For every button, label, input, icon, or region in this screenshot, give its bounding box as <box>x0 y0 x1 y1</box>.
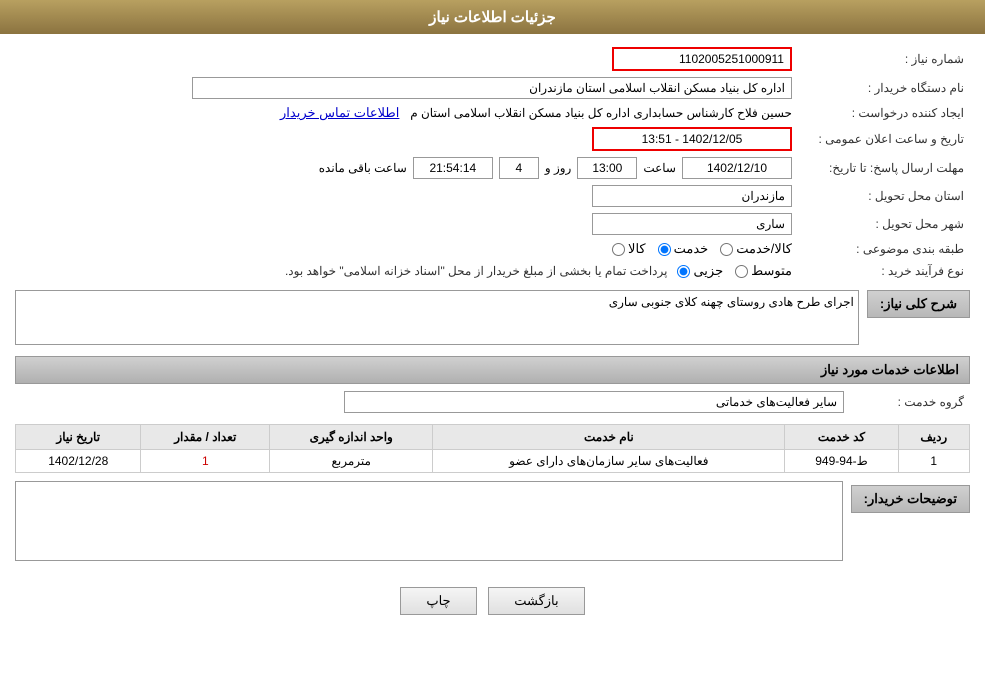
purchase-type-partial-label: جزیی <box>693 263 723 279</box>
category-goods-radio[interactable] <box>612 243 625 256</box>
button-area: بازگشت چاپ <box>15 572 970 625</box>
back-button[interactable]: بازگشت <box>488 587 584 615</box>
content-area: شماره نیاز : نام دستگاه خریدار : ایجاد ک… <box>0 34 985 635</box>
purchase-type-label: نوع فرآیند خرید : <box>798 260 970 282</box>
reply-remaining-input <box>413 157 493 179</box>
category-label: طبقه بندی موضوعی : <box>798 238 970 260</box>
purchase-type-partial-radio[interactable] <box>677 265 690 278</box>
purchase-type-medium-label: متوسط <box>751 263 792 279</box>
service-group-table: گروه خدمت : <box>15 388 970 416</box>
print-button[interactable]: چاپ <box>400 587 476 615</box>
publish-date-label: تاریخ و ساعت اعلان عمومی : <box>798 124 970 154</box>
creator-value: حسین فلاح کارشناس حسابداری اداره کل بنیا… <box>410 106 792 120</box>
reply-days-label: روز و <box>545 161 572 175</box>
services-section-header: اطلاعات خدمات مورد نیاز <box>15 356 970 384</box>
category-goods-service: کالا/خدمت <box>720 241 792 257</box>
info-table: شماره نیاز : نام دستگاه خریدار : ایجاد ک… <box>15 44 970 282</box>
city-label: شهر محل تحویل : <box>798 210 970 238</box>
service-group-input <box>344 391 844 413</box>
need-desc-label: شرح کلی نیاز: <box>867 290 970 318</box>
page-header: جزئیات اطلاعات نیاز <box>0 0 985 34</box>
reply-days-input <box>499 157 539 179</box>
need-number-input[interactable] <box>612 47 792 71</box>
category-service-label: خدمت <box>674 241 709 257</box>
reply-deadline-label: مهلت ارسال پاسخ: تا تاریخ: <box>798 154 970 182</box>
table-row: 1ط-94-949فعالیت‌های سایر سازمان‌های دارا… <box>16 450 970 473</box>
col-header-row: ردیف <box>898 425 969 450</box>
purchase-type-note: پرداخت تمام یا بخشی از مبلغ خریدار از مح… <box>285 264 668 278</box>
col-header-name: نام خدمت <box>433 425 785 450</box>
buyer-desc-textarea[interactable] <box>15 481 843 561</box>
need-desc-textarea[interactable] <box>15 290 859 345</box>
col-header-qty: تعداد / مقدار <box>141 425 270 450</box>
category-goods-label: کالا <box>628 241 646 257</box>
creator-label: ایجاد کننده درخواست : <box>798 102 970 124</box>
need-number-value <box>397 44 798 74</box>
buyer-org-input <box>192 77 792 99</box>
buyer-org-value <box>15 74 798 102</box>
page-container: جزئیات اطلاعات نیاز شماره نیاز : نام دست… <box>0 0 985 691</box>
page-title: جزئیات اطلاعات نیاز <box>429 9 556 26</box>
purchase-type-medium: متوسط <box>735 263 792 279</box>
purchase-type-radio-group: متوسط جزیی <box>677 263 792 279</box>
creator-link[interactable]: اطلاعات تماس خریدار <box>280 105 399 120</box>
service-group-label: گروه خدمت : <box>850 388 970 416</box>
reply-date-input <box>682 157 792 179</box>
need-number-label: شماره نیاز : <box>798 44 970 74</box>
reply-remaining-label: ساعت باقی مانده <box>319 161 407 175</box>
buyer-org-label: نام دستگاه خریدار : <box>798 74 970 102</box>
publish-date-input <box>592 127 792 151</box>
category-radio-group: کالا/خدمت خدمت کالا <box>21 241 792 257</box>
col-header-code: کد خدمت <box>785 425 898 450</box>
reply-time-label: ساعت <box>643 161 676 175</box>
category-service-radio[interactable] <box>658 243 671 256</box>
category-service: خدمت <box>658 241 709 257</box>
province-label: استان محل تحویل : <box>798 182 970 210</box>
buyer-desc-section: توضیحات خریدار: <box>15 481 970 564</box>
services-table: ردیف کد خدمت نام خدمت واحد اندازه گیری ت… <box>15 424 970 473</box>
need-desc-section: شرح کلی نیاز: <box>15 290 970 348</box>
category-goods-service-label: کالا/خدمت <box>736 241 792 257</box>
buyer-desc-label: توضیحات خریدار: <box>851 485 970 513</box>
category-goods-service-radio[interactable] <box>720 243 733 256</box>
purchase-type-medium-radio[interactable] <box>735 265 748 278</box>
category-goods: کالا <box>612 241 646 257</box>
reply-time-input <box>577 157 637 179</box>
col-header-date: تاریخ نیاز <box>16 425 141 450</box>
city-input <box>592 213 792 235</box>
purchase-type-partial: جزیی <box>677 263 723 279</box>
col-header-unit: واحد اندازه گیری <box>270 425 433 450</box>
province-input <box>592 185 792 207</box>
